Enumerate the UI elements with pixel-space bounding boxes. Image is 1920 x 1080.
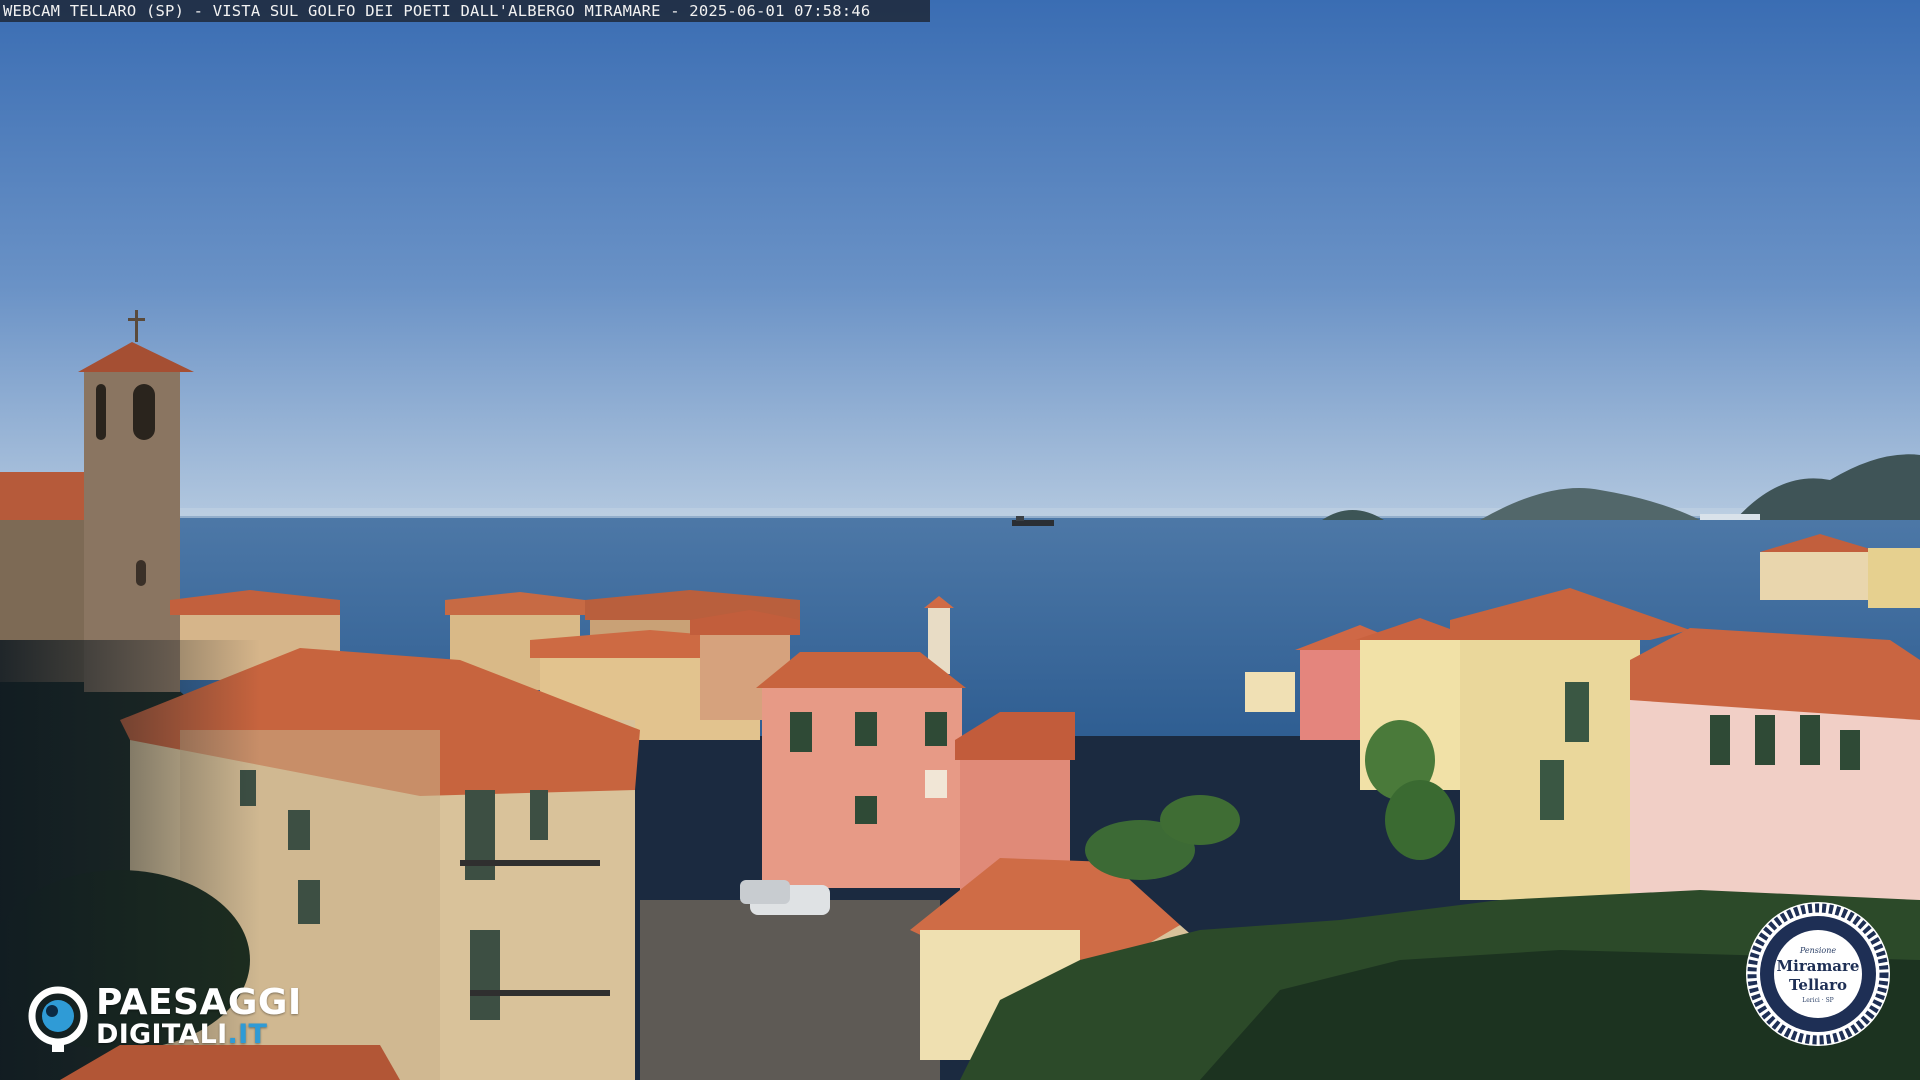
miramare-tellaro-badge: Pensione Miramare Tellaro Lerici · SP: [1744, 900, 1892, 1048]
badge-name-2: Tellaro: [1788, 976, 1847, 994]
badge-sub-text: Lerici · SP: [1802, 997, 1834, 1004]
street: [640, 900, 940, 1080]
logo-line-2-main: DIGITALI: [96, 1019, 228, 1050]
logo-line-1: PAESAGGI: [96, 982, 302, 1023]
webcam-caption: WEBCAM TELLARO (SP) - VISTA SUL GOLFO DE…: [0, 0, 930, 22]
logo-line-2-tld: .IT: [227, 1019, 268, 1050]
logo-line-2: DIGITALI.IT: [96, 1020, 267, 1050]
webcam-scene: [0, 0, 1920, 1080]
badge-name-1: Miramare: [1776, 957, 1860, 975]
paesaggi-digitali-logo: PAESAGGI DIGITALI.IT: [28, 984, 338, 1054]
right-pink-house: [1300, 650, 1360, 740]
eye-icon: [28, 986, 88, 1052]
sky: [0, 0, 1920, 520]
badge-small-text: Pensione: [1799, 946, 1837, 955]
webcam-frame: WEBCAM TELLARO (SP) - VISTA SUL GOLFO DE…: [0, 0, 1920, 1080]
